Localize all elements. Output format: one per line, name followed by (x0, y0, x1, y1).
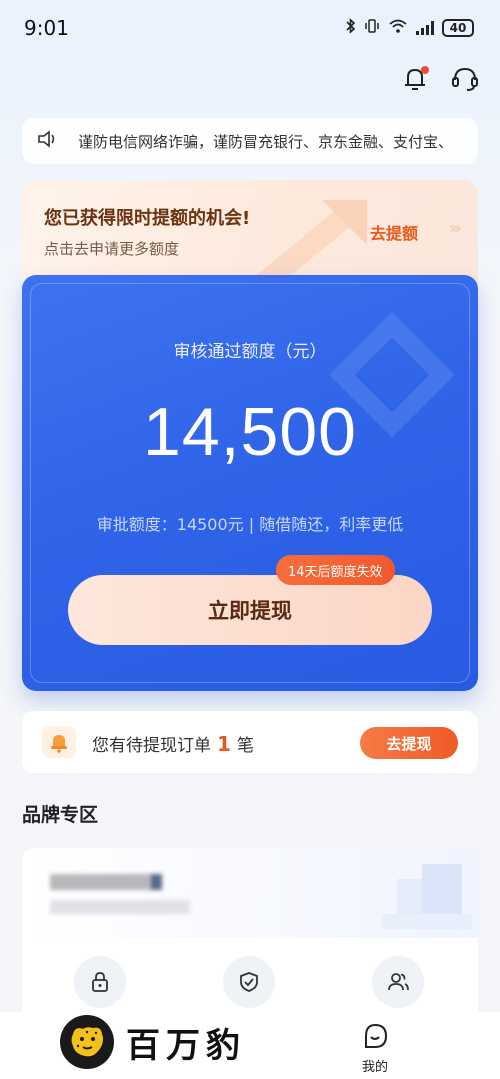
expiry-badge: 14天后额度失效 (276, 555, 395, 585)
signal-icon (416, 21, 434, 35)
battery-indicator: 40 (442, 19, 474, 37)
pending-text-before: 您有待提现订单 (92, 736, 211, 756)
bell-icon[interactable] (400, 64, 430, 94)
brand-section-title: 品牌专区 (22, 804, 99, 826)
approved-amount: 14,500 (143, 394, 357, 470)
increase-limit-link[interactable]: 去提额 (370, 220, 418, 244)
go-withdraw-button[interactable]: 去提现 (360, 727, 458, 759)
approval-description: 审批额度：14500元 | 随借随还，利率更低 (96, 515, 404, 534)
credit-limit-card: 审核通过额度（元） 14,500 审批额度：14500元 | 随借随还，利率更低… (22, 275, 478, 691)
shield-check-icon[interactable] (223, 956, 275, 1008)
leopard-logo-icon (60, 1015, 114, 1069)
status-icons: 40 (346, 18, 474, 38)
feature-row (22, 938, 478, 1018)
bluetooth-icon (346, 18, 356, 38)
users-icon[interactable] (372, 956, 424, 1008)
withdraw-now-button[interactable]: 立即提现 (68, 575, 432, 645)
promo-subtitle: 点击去申请更多额度 (44, 240, 180, 258)
smile-face-icon (365, 1023, 388, 1048)
status-time: 9:01 (24, 16, 69, 40)
brand-card[interactable] (22, 848, 478, 938)
wifi-icon (388, 18, 408, 38)
blurred-text (50, 900, 190, 914)
blurred-text (150, 874, 162, 890)
lock-icon[interactable] (74, 956, 126, 1008)
watermark-logo: 百万豹 (60, 1015, 246, 1069)
bell-alert-icon (42, 726, 76, 758)
notice-text: 谨防电信网络诈骗，谨防冒充银行、京东金融、支付宝、 (78, 132, 454, 151)
pending-order-bar: 您有待提现订单 1 笔 去提现 (22, 711, 478, 773)
fraud-notice-bar[interactable]: 谨防电信网络诈骗，谨防冒充银行、京东金融、支付宝、 (22, 118, 478, 164)
approved-limit-label: 审核通过额度（元） (173, 342, 327, 362)
blurred-text (50, 874, 150, 890)
notification-dot (421, 66, 429, 74)
promo-title: 您已获得限时提额的机会! (44, 208, 251, 229)
tab-mine-label: 我的 (361, 1060, 388, 1075)
building-decoration-icon (382, 864, 472, 929)
pending-count: 1 (217, 732, 231, 756)
customer-service-icon[interactable] (450, 64, 480, 94)
watermark-text: 百万豹 (126, 1025, 246, 1066)
pending-text-after: 笔 (236, 736, 254, 756)
chevron-right-icon: ››› (448, 218, 461, 239)
pending-order-text: 您有待提现订单 1 笔 (92, 731, 254, 756)
speaker-icon (36, 129, 60, 153)
vibrate-icon (364, 18, 380, 38)
tab-mine[interactable]: 我的 (350, 1022, 400, 1075)
